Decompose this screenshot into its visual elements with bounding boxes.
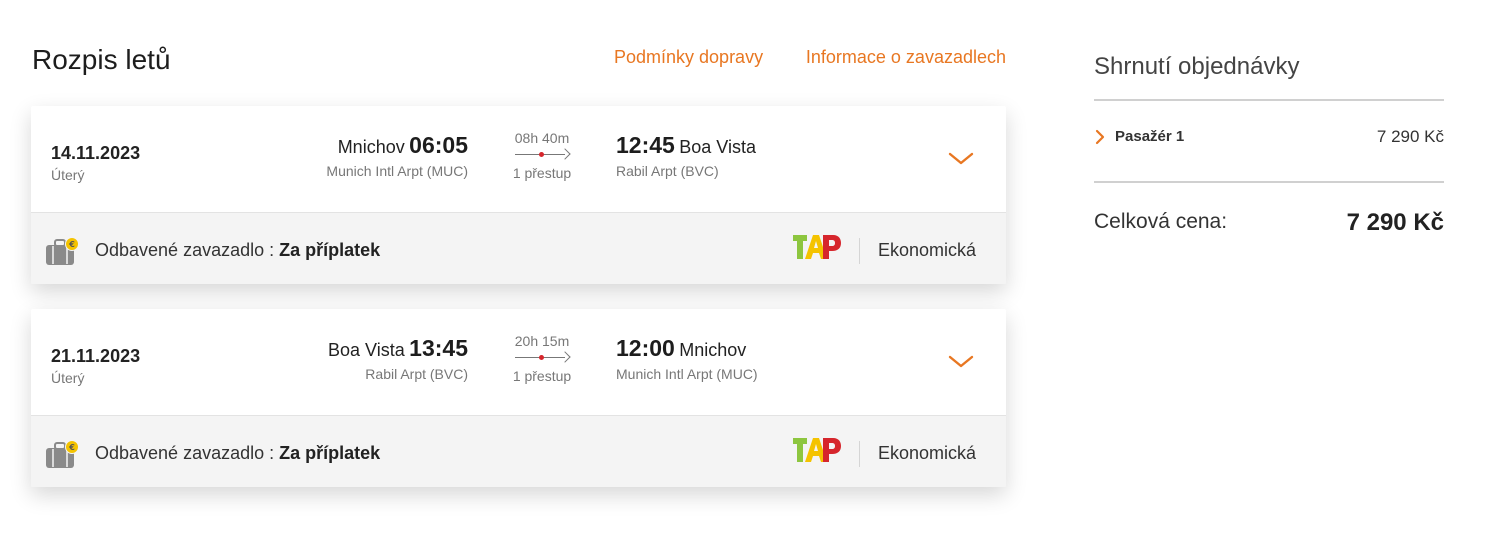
baggage-info: Odbavené zavazadlo : Za příplatek: [95, 443, 381, 463]
stops-count: 1 přestup: [512, 165, 572, 181]
divider: [859, 441, 860, 467]
cabin-class: Ekonomická: [878, 240, 977, 260]
page-title: Rozpis letů: [32, 44, 171, 75]
arrival-airport: Rabil Arpt (BVC): [616, 163, 719, 179]
baggage-info: Odbavené zavazadlo : Za příplatek: [95, 240, 381, 260]
flight-details-bar: € Odbavené zavazadlo : Za příplatek Ekon…: [31, 212, 1006, 284]
tap-logo-icon: [793, 438, 841, 462]
arrival-airport: Munich Intl Arpt (MUC): [616, 366, 758, 382]
flight-duration: 08h 40m: [514, 130, 570, 146]
summary-title: Shrnutí objednávky: [1094, 53, 1300, 80]
departure-block: Mnichov 06:05 Munich Intl Arpt (MUC): [326, 132, 468, 179]
route-info: 20h 15m 1 přestup: [501, 333, 583, 384]
header-links: Podmínky dopravy Informace o zavazadlech: [614, 47, 1006, 68]
flight-details-bar: € Odbavené zavazadlo : Za příplatek Ekon…: [31, 415, 1006, 487]
arrival-city: Boa Vista: [679, 137, 757, 157]
divider: [859, 238, 860, 264]
departure-airport: Munich Intl Arpt (MUC): [326, 163, 468, 179]
route-arrow-icon: [515, 351, 571, 364]
route-info: 08h 40m 1 přestup: [501, 130, 583, 181]
arrival-time: 12:00: [616, 335, 675, 361]
total-price: 7 290 Kč: [1346, 209, 1444, 236]
passenger-label: Pasažér 1: [1115, 128, 1185, 145]
departure-block: Boa Vista 13:45 Rabil Arpt (BVC): [328, 335, 468, 382]
departure-time: 06:05: [409, 132, 468, 158]
flight-date: 21.11.2023: [51, 346, 141, 366]
departure-airport: Rabil Arpt (BVC): [365, 366, 468, 382]
total-label: Celková cena:: [1094, 210, 1228, 233]
flight-card: 14.11.2023 Úterý Mnichov 06:05 Munich In…: [31, 106, 1006, 284]
cabin-class: Ekonomická: [878, 443, 977, 463]
paid-baggage-icon: €: [46, 237, 79, 265]
svg-text:€: €: [68, 240, 75, 249]
flight-date: 14.11.2023: [51, 143, 141, 163]
svg-text:€: €: [68, 443, 75, 452]
flight-weekday: Úterý: [51, 370, 85, 386]
chevron-down-icon[interactable]: [947, 149, 975, 167]
arrival-time: 12:45: [616, 132, 675, 158]
arrival-city: Mnichov: [679, 340, 747, 360]
arrival-block: 12:00 Mnichov Munich Intl Arpt (MUC): [616, 335, 758, 382]
departure-city: Mnichov: [337, 137, 405, 157]
flight-summary-row[interactable]: 21.11.2023 Úterý Boa Vista 13:45 Rabil A…: [31, 309, 1006, 415]
departure-time: 13:45: [409, 335, 468, 361]
arrival-block: 12:45 Boa Vista Rabil Arpt (BVC): [616, 132, 756, 179]
tap-logo-icon: [793, 235, 841, 259]
chevron-right-icon[interactable]: [1094, 129, 1106, 145]
flight-card: 21.11.2023 Úterý Boa Vista 13:45 Rabil A…: [31, 309, 1006, 487]
passenger-price: 7 290 Kč: [1376, 127, 1444, 146]
paid-baggage-icon: €: [46, 440, 79, 468]
stops-count: 1 přestup: [512, 368, 572, 384]
flight-weekday: Úterý: [51, 167, 85, 183]
transport-conditions-link[interactable]: Podmínky dopravy: [614, 47, 763, 68]
chevron-down-icon[interactable]: [947, 352, 975, 370]
flight-duration: 20h 15m: [514, 333, 570, 349]
baggage-info-link[interactable]: Informace o zavazadlech: [806, 47, 1006, 68]
divider: [1094, 99, 1444, 101]
divider: [1094, 181, 1444, 183]
departure-city: Boa Vista: [327, 340, 405, 360]
flight-summary-row[interactable]: 14.11.2023 Úterý Mnichov 06:05 Munich In…: [31, 106, 1006, 212]
passenger-row[interactable]: Pasažér 1 7 290 Kč: [1094, 127, 1444, 149]
route-arrow-icon: [515, 148, 571, 161]
